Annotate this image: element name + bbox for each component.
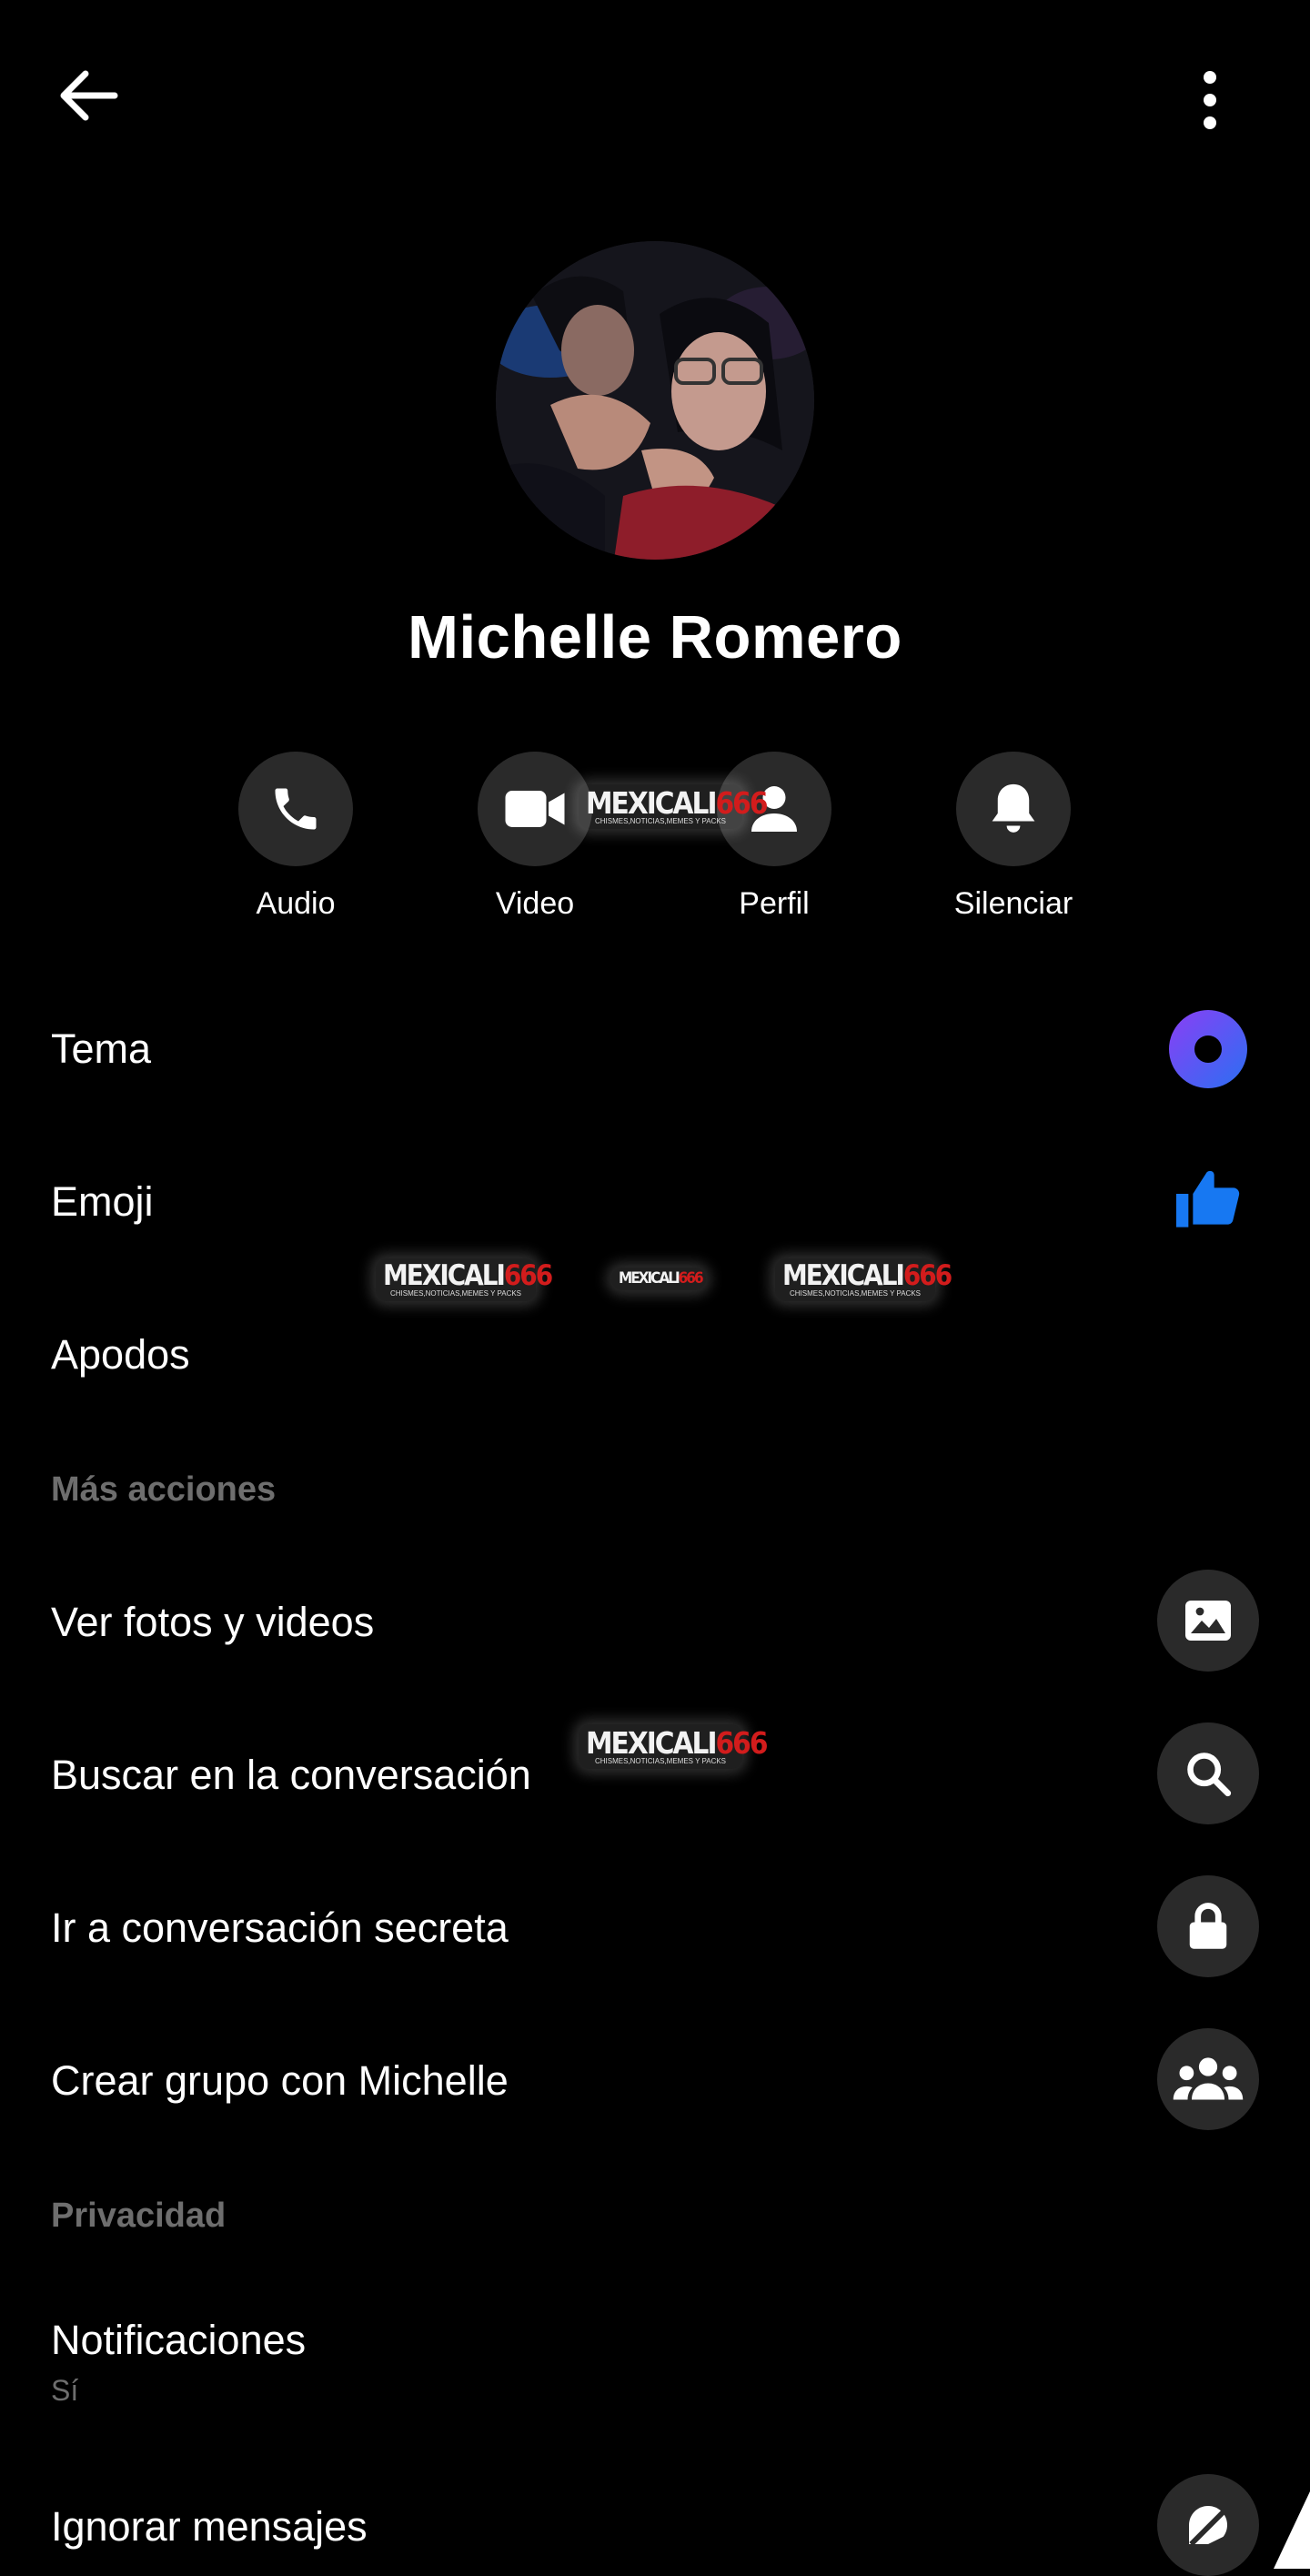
video-camera-icon xyxy=(505,791,565,827)
video-call-button[interactable]: Video xyxy=(444,752,626,922)
search-conversation-button[interactable] xyxy=(1157,1722,1259,1824)
audio-call-circle xyxy=(238,752,353,866)
audio-label: Audio xyxy=(256,886,336,921)
search-icon xyxy=(1187,1753,1232,1797)
image-icon xyxy=(1185,1601,1231,1641)
ignore-icon xyxy=(1189,2506,1230,2547)
back-arrow-icon xyxy=(60,70,118,121)
view-media-button[interactable] xyxy=(1157,1570,1259,1672)
search-conversation-row[interactable]: Buscar en la conversación xyxy=(51,1752,531,1799)
theme-row[interactable]: Tema xyxy=(51,1025,151,1073)
watermark-logo: MEXICALI666 CHISMES,NOTICIAS,MEMES Y PAC… xyxy=(579,784,768,829)
more-options-button[interactable] xyxy=(1155,45,1265,155)
more-vertical-icon xyxy=(1204,71,1216,129)
bell-icon xyxy=(992,783,1035,833)
watermark-logo: MEXICALI666 xyxy=(611,1268,706,1290)
mute-label: Silenciar xyxy=(953,886,1073,921)
profile-button[interactable]: Perfil xyxy=(683,752,865,922)
notifications-value: Sí xyxy=(51,2374,79,2407)
create-group-button[interactable] xyxy=(1157,2028,1259,2130)
ignore-messages-row[interactable]: Ignorar mensajes xyxy=(51,2503,368,2551)
view-media-row[interactable]: Ver fotos y videos xyxy=(51,1599,374,1646)
theme-color-icon[interactable] xyxy=(1169,1010,1247,1088)
lock-icon xyxy=(1189,1903,1227,1949)
back-button[interactable] xyxy=(36,45,136,146)
video-call-circle xyxy=(478,752,592,866)
emoji-row[interactable]: Emoji xyxy=(51,1178,154,1226)
audio-call-button[interactable]: Audio xyxy=(205,752,387,922)
phone-icon xyxy=(275,788,317,830)
create-group-row[interactable]: Crear grupo con Michelle xyxy=(51,2057,509,2105)
corner-fold xyxy=(1274,2491,1310,2569)
profile-label: Perfil xyxy=(739,886,810,921)
contact-name: Michelle Romero xyxy=(408,603,902,672)
privacy-header: Privacidad xyxy=(51,2197,227,2235)
notifications-row[interactable]: Notificaciones xyxy=(51,2317,306,2364)
watermark-logo: MEXICALI666 CHISMES,NOTICIAS,MEMES Y PAC… xyxy=(376,1258,553,1301)
nicknames-row[interactable]: Apodos xyxy=(51,1331,190,1379)
watermark-logo: MEXICALI666 CHISMES,NOTICIAS,MEMES Y PAC… xyxy=(775,1258,952,1301)
video-label: Video xyxy=(495,886,575,921)
secret-conversation-row[interactable]: Ir a conversación secreta xyxy=(51,1904,509,1952)
group-icon xyxy=(1173,2057,1244,2100)
thumbs-up-icon[interactable] xyxy=(1172,1162,1244,1235)
secret-conversation-button[interactable] xyxy=(1157,1875,1259,1977)
mute-circle xyxy=(956,752,1071,866)
avatar-photo xyxy=(496,241,814,560)
avatar[interactable] xyxy=(496,241,814,560)
ignore-messages-button[interactable] xyxy=(1157,2474,1259,2576)
mute-button[interactable]: Silenciar xyxy=(922,752,1104,922)
watermark-logo: MEXICALI666 CHISMES,NOTICIAS,MEMES Y PAC… xyxy=(579,1724,768,1769)
more-actions-header: Más acciones xyxy=(51,1470,277,1509)
